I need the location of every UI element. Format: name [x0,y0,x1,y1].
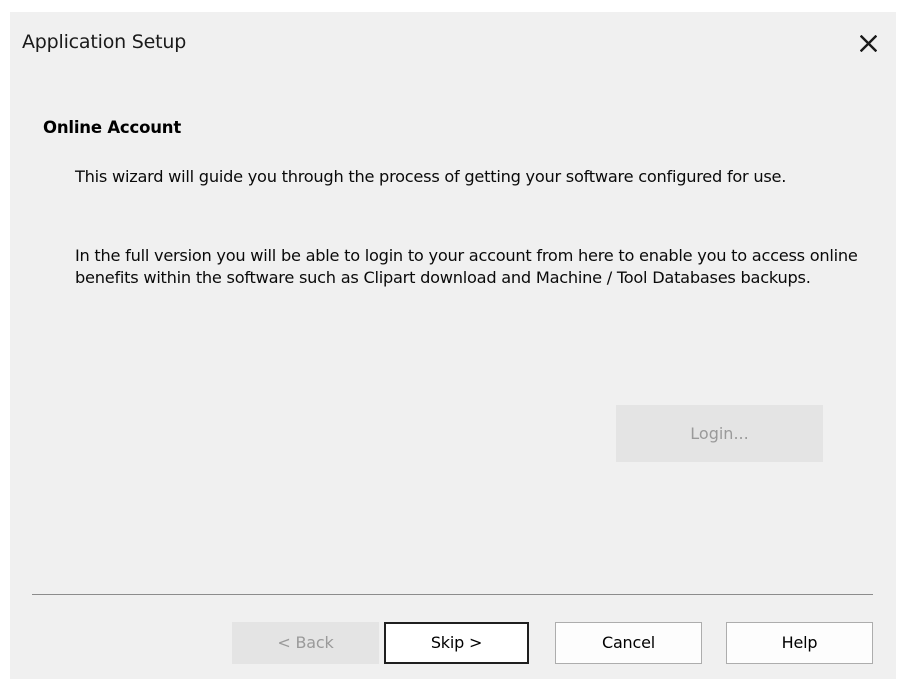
setup-dialog: Application Setup Online Account This wi… [10,12,896,679]
cancel-button[interactable]: Cancel [555,622,702,664]
window-title: Application Setup [22,31,187,53]
title-bar: Application Setup [10,12,896,76]
close-icon [860,35,877,52]
skip-button[interactable]: Skip > [384,622,529,664]
intro-text: This wizard will guide you through the p… [75,167,787,186]
back-button[interactable]: < Back [232,622,379,664]
help-button[interactable]: Help [726,622,873,664]
section-title: Online Account [43,118,182,137]
close-button[interactable] [840,12,896,76]
full-version-text: In the full version you will be able to … [75,246,858,287]
footer-divider [32,594,873,595]
login-button[interactable]: Login... [616,405,823,462]
